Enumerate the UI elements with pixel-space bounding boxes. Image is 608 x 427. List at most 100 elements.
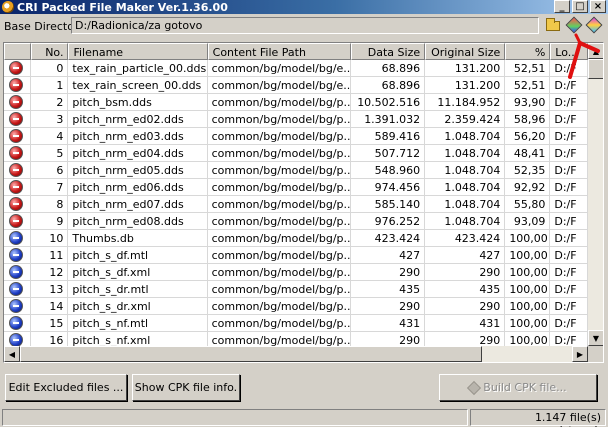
cell-data-size: 427 — [350, 247, 426, 264]
cell-original-size: 290 — [425, 332, 506, 346]
cell-filename: pitch_nrm_ed04.dds — [68, 145, 208, 162]
scroll-up-icon[interactable]: ▲ — [588, 43, 603, 59]
table-row[interactable]: 10 Thumbs.db common/bg/model/bg/p... 423.42… — [4, 230, 588, 247]
table-row[interactable]: 0 tex_rain_particle_00.dds common/bg/model… — [4, 60, 588, 77]
scroll-left-icon[interactable]: ◀ — [4, 346, 20, 362]
maximize-button[interactable]: □ — [572, 0, 588, 13]
table-row[interactable]: 8 pitch_nrm_ed07.dds common/bg/model/bg/p.… — [4, 196, 588, 213]
table-row[interactable]: 4 pitch_nrm_ed03.dds common/bg/model/bg/p.… — [4, 128, 588, 145]
scroll-right-icon[interactable]: ▶ — [572, 346, 588, 362]
column-header-filename[interactable]: Filename — [68, 43, 208, 60]
column-header-icon[interactable] — [4, 43, 31, 60]
cell-filename: pitch_nrm_ed05.dds — [68, 162, 208, 179]
scroll-down-icon[interactable]: ▼ — [588, 330, 603, 346]
cell-original-size: 131.200 — [425, 77, 506, 94]
horizontal-scroll-thumb[interactable] — [20, 346, 482, 362]
show-cpk-info-button[interactable]: Show CPK file info. — [132, 374, 240, 401]
compressed-file-icon — [9, 214, 23, 228]
table-row[interactable]: 16 pitch_s_nf.xml common/bg/model/bg/p... 2… — [4, 332, 588, 346]
cell-original-size: 2.359.424 — [425, 111, 506, 128]
status-panel-left — [2, 409, 468, 426]
table-row[interactable]: 11 pitch_s_df.mtl common/bg/model/bg/p... 4… — [4, 247, 588, 264]
scrollbar-corner — [588, 346, 603, 362]
table-row[interactable]: 12 pitch_s_df.xml common/bg/model/bg/p... 2… — [4, 264, 588, 281]
cell-data-size: 548.960 — [350, 162, 426, 179]
cell-original-size: 1.048.704 — [425, 179, 506, 196]
cell-no: 12 — [30, 264, 69, 281]
table-row[interactable]: 13 pitch_s_dr.mtl common/bg/model/bg/p... 4… — [4, 281, 588, 298]
column-header-no[interactable]: No. — [30, 43, 69, 60]
table-row[interactable]: 5 pitch_nrm_ed04.dds common/bg/model/bg/p.… — [4, 145, 588, 162]
vertical-scroll-thumb[interactable] — [588, 59, 603, 79]
folder-open-icon[interactable] — [544, 17, 562, 34]
table-row[interactable]: 9 pitch_nrm_ed08.dds common/bg/model/bg/p.… — [4, 213, 588, 230]
vertical-scrollbar[interactable]: ▲ ▼ — [588, 43, 603, 346]
cell-location: D:/F — [550, 247, 588, 264]
cell-content-path: common/bg/model/bg/p... — [207, 196, 351, 213]
table-row[interactable]: 7 pitch_nrm_ed06.dds common/bg/model/bg/p.… — [4, 179, 588, 196]
cell-percent: 52,51 — [505, 60, 551, 77]
table-row[interactable]: 6 pitch_nrm_ed05.dds common/bg/model/bg/p.… — [4, 162, 588, 179]
cell-percent: 48,41 — [505, 145, 551, 162]
cell-no: 15 — [30, 315, 69, 332]
row-icon-cell — [4, 179, 31, 196]
cell-content-path: common/bg/model/bg/p... — [207, 230, 351, 247]
minimize-button[interactable]: _ — [554, 0, 570, 13]
cell-percent: 100,00 — [505, 247, 551, 264]
cell-original-size: 435 — [425, 281, 506, 298]
compressed-file-icon — [9, 112, 23, 126]
cell-data-size: 423.424 — [350, 230, 426, 247]
row-icon-cell — [4, 298, 31, 315]
grid-header: No. Filename Content File Path Data Size… — [4, 43, 588, 60]
table-row[interactable]: 3 pitch_nrm_ed02.dds common/bg/model/bg/p.… — [4, 111, 588, 128]
cell-location: D:/F — [550, 196, 588, 213]
close-button[interactable]: × — [590, 0, 606, 13]
column-header-content-path[interactable]: Content File Path — [207, 43, 351, 60]
cell-data-size: 290 — [350, 264, 426, 281]
column-header-location[interactable]: Lo... — [550, 43, 588, 60]
cell-filename: pitch_nrm_ed03.dds — [68, 128, 208, 145]
row-icon-cell — [4, 332, 31, 346]
cell-original-size: 1.048.704 — [425, 213, 506, 230]
cell-no: 9 — [30, 213, 69, 230]
cell-original-size: 1.048.704 — [425, 145, 506, 162]
cell-percent: 92,92 — [505, 179, 551, 196]
uncompressed-file-icon — [9, 265, 23, 279]
row-icon-cell — [4, 111, 31, 128]
cell-content-path: common/bg/model/bg/e... — [207, 77, 351, 94]
cell-filename: tex_rain_screen_00.dds — [68, 77, 208, 94]
build-cpk-button[interactable]: Build CPK file... — [439, 374, 597, 401]
edit-excluded-files-button[interactable]: Edit Excluded files ... — [5, 374, 127, 401]
grid-rows: 0 tex_rain_particle_00.dds common/bg/model… — [4, 60, 588, 346]
table-row[interactable]: 1 tex_rain_screen_00.dds common/bg/model/b… — [4, 77, 588, 94]
cell-data-size: 976.252 — [350, 213, 426, 230]
cell-percent: 100,00 — [505, 332, 551, 346]
row-icon-cell — [4, 60, 31, 77]
row-icon-cell — [4, 77, 31, 94]
table-row[interactable]: 14 pitch_s_dr.xml common/bg/model/bg/p... 2… — [4, 298, 588, 315]
gem-icon-2[interactable] — [585, 16, 603, 34]
cell-filename: pitch_s_df.mtl — [68, 247, 208, 264]
cell-percent: 100,00 — [505, 298, 551, 315]
column-header-percent[interactable]: % — [505, 43, 551, 60]
cell-no: 7 — [30, 179, 69, 196]
column-header-data-size[interactable]: Data Size — [350, 43, 426, 60]
cell-no: 14 — [30, 298, 69, 315]
cell-content-path: common/bg/model/bg/p... — [207, 111, 351, 128]
status-bar: 1.147 file(s) registered. — [2, 409, 606, 427]
cell-filename: pitch_nrm_ed08.dds — [68, 213, 208, 230]
gem-icon[interactable] — [565, 16, 583, 34]
cell-no: 13 — [30, 281, 69, 298]
table-row[interactable]: 15 pitch_s_nf.mtl common/bg/model/bg/p... 4… — [4, 315, 588, 332]
cell-content-path: common/bg/model/bg/p... — [207, 128, 351, 145]
window-title: CRI Packed File Maker Ver.1.36.00 — [17, 0, 228, 14]
base-directory-field[interactable]: D:/Radionica/za gotovo — [71, 17, 539, 34]
cell-percent: 58,96 — [505, 111, 551, 128]
row-icon-cell — [4, 230, 31, 247]
cell-filename: pitch_s_dr.xml — [68, 298, 208, 315]
table-row[interactable]: 2 pitch_bsm.dds common/bg/model/bg/p... 10.… — [4, 94, 588, 111]
column-header-original-size[interactable]: Original Size — [425, 43, 506, 60]
file-grid[interactable]: No. Filename Content File Path Data Size… — [3, 42, 604, 363]
cell-no: 8 — [30, 196, 69, 213]
horizontal-scrollbar[interactable]: ◀ ▶ — [4, 346, 588, 362]
